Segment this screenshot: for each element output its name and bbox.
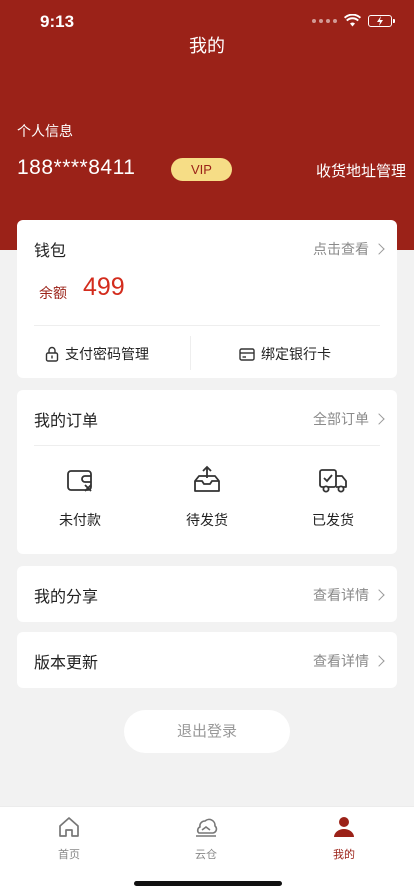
update-details-label: 查看详情 [313, 654, 369, 670]
orders-divider [34, 445, 380, 446]
balance-value: 499 [83, 273, 125, 301]
pay-password-button[interactable]: 支付密码管理 [45, 344, 149, 364]
my-share-title: 我的分享 [34, 587, 99, 606]
lock-icon [45, 346, 59, 362]
home-icon [59, 817, 79, 837]
wallet-view-label: 点击查看 [313, 242, 369, 258]
wallet-divider [34, 325, 380, 326]
update-details-link[interactable]: 查看详情 [313, 651, 385, 671]
tab-mine-label: 我的 [333, 848, 355, 861]
wallet-action-divider [190, 336, 191, 370]
address-management-link[interactable]: 收货地址管理 [316, 160, 406, 181]
order-unpaid[interactable]: 未付款 [40, 464, 120, 530]
version-update-row[interactable]: 版本更新 查看详情 [17, 632, 397, 688]
share-details-link[interactable]: 查看详情 [313, 585, 385, 605]
unpaid-label: 未付款 [59, 513, 101, 529]
bind-bank-card-label: 绑定银行卡 [261, 347, 331, 363]
pending-shipment-label: 待发货 [186, 513, 228, 529]
pay-password-label: 支付密码管理 [65, 347, 149, 363]
wallet-card: 钱包 点击查看 余额 499 支付密码管理 绑定银行卡 [17, 220, 397, 378]
battery-charging-icon [368, 14, 395, 27]
bind-bank-card-button[interactable]: 绑定银行卡 [239, 344, 331, 364]
tab-home-label: 首页 [58, 848, 80, 861]
my-share-row[interactable]: 我的分享 查看详情 [17, 566, 397, 622]
tab-cloud-warehouse[interactable]: 云仓 [166, 815, 246, 862]
orders-card: 我的订单 全部订单 未付款 待发货 已发货 [17, 390, 397, 554]
status-time: 9:13 [40, 12, 75, 31]
balance-label: 余额 [39, 286, 67, 302]
profile-header: 9:13 我的 个人信息 188****8411 VIP 收货地址管理 [0, 0, 414, 250]
all-orders-link[interactable]: 全部订单 [313, 409, 385, 429]
user-phone: 188****8411 [17, 156, 136, 179]
order-shipped[interactable]: 已发货 [293, 464, 373, 530]
wallet-view-link[interactable]: 点击查看 [313, 239, 385, 259]
page-title: 我的 [189, 36, 225, 57]
wallet-title: 钱包 [34, 241, 67, 260]
user-icon [334, 817, 354, 837]
cloud-warehouse-icon [196, 818, 218, 837]
version-update-title: 版本更新 [34, 653, 99, 672]
wifi-icon [344, 14, 361, 27]
shipped-label: 已发货 [312, 513, 354, 529]
share-details-label: 查看详情 [313, 588, 369, 604]
tab-mine[interactable]: 我的 [304, 815, 384, 862]
chevron-right-icon [373, 589, 385, 601]
unpaid-wallet-icon [67, 470, 92, 492]
tab-cloud-warehouse-label: 云仓 [195, 848, 217, 861]
chevron-right-icon [373, 655, 385, 667]
delivery-truck-icon [319, 469, 347, 493]
chevron-right-icon [373, 243, 385, 255]
outbox-icon [194, 465, 220, 492]
vip-badge: VIP [171, 158, 232, 181]
bank-card-icon [239, 347, 255, 361]
cellular-signal-icon [312, 18, 337, 23]
home-indicator [134, 881, 282, 886]
chevron-right-icon [373, 413, 385, 425]
personal-info-label: 个人信息 [17, 124, 73, 140]
status-icons [312, 14, 395, 27]
tab-home[interactable]: 首页 [29, 815, 109, 862]
orders-title: 我的订单 [34, 411, 99, 430]
logout-button[interactable]: 退出登录 [124, 710, 290, 753]
all-orders-label: 全部订单 [313, 412, 369, 428]
order-pending-shipment[interactable]: 待发货 [167, 464, 247, 530]
